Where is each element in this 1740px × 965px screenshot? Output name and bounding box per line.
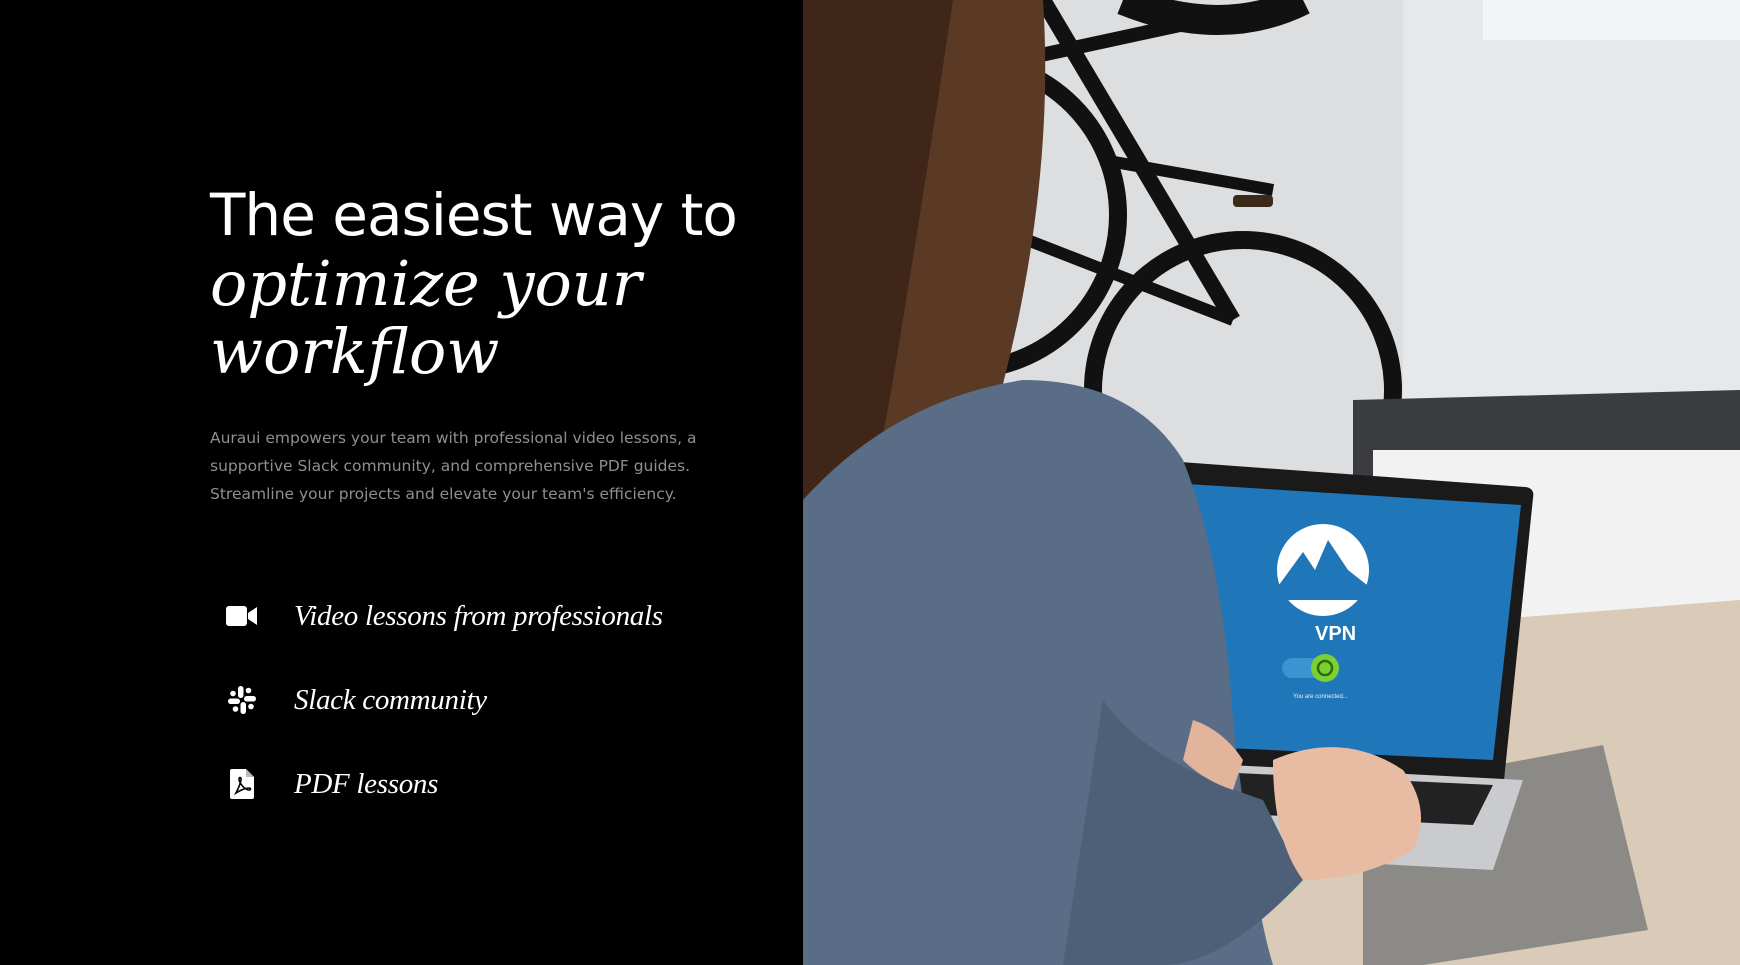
feature-list: Video lessons from professionals Slack c… [210, 574, 770, 826]
vpn-screen-text: VPN [1315, 623, 1356, 645]
hero-panel: The easiest way to optimize your workflo… [0, 0, 803, 965]
hero-photo: VPN You are connected... [803, 0, 1740, 965]
slack-icon [210, 668, 274, 732]
hero-title-line1: The easiest way to [210, 181, 738, 249]
hero-description: Auraui empowers your team with professio… [210, 429, 697, 504]
vpn-status-text: You are connected... [1293, 694, 1348, 700]
hero-content: The easiest way to optimize your workflo… [210, 186, 770, 826]
feature-item-slack: Slack community [210, 658, 770, 742]
page: The easiest way to optimize your workflo… [0, 0, 1740, 965]
pdf-file-icon [210, 752, 274, 816]
hero-title-line3: workflow [210, 315, 500, 389]
hero-title: The easiest way to optimize your workflo… [210, 186, 770, 386]
feature-label-slack: Slack community [294, 683, 487, 716]
feature-label-pdf: PDF lessons [294, 767, 439, 800]
video-camera-icon [210, 584, 274, 648]
feature-item-pdf: PDF lessons [210, 742, 770, 826]
feature-item-video: Video lessons from professionals [210, 574, 770, 658]
feature-label-video: Video lessons from professionals [294, 599, 663, 632]
hero-title-line2: optimize your [210, 247, 642, 320]
